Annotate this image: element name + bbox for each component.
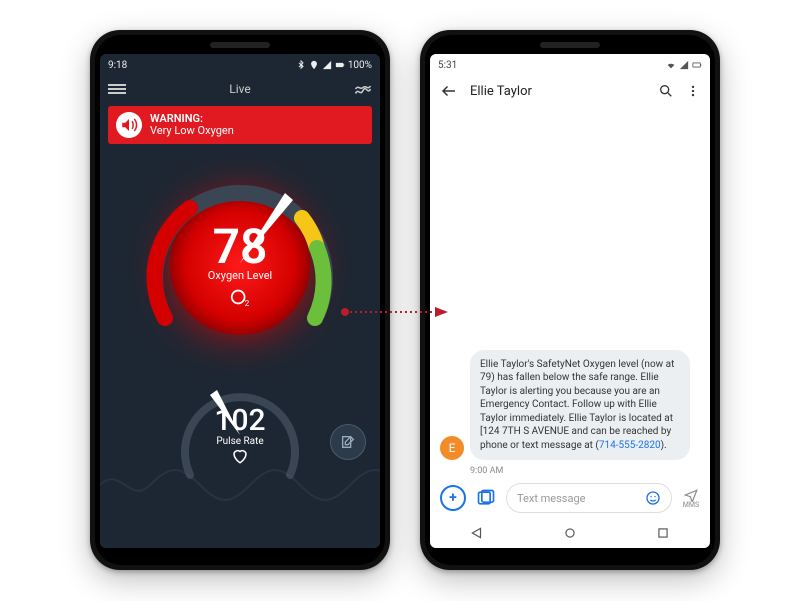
message-bubble[interactable]: Ellie Taylor's SafetyNet Oxygen level (n… — [470, 350, 690, 461]
input-placeholder: Text message — [517, 492, 637, 505]
oxygen-gauge: 78 Oxygen Level 2 — [100, 150, 380, 380]
emoji-icon[interactable] — [645, 490, 661, 506]
speaker-alert-icon — [116, 112, 142, 138]
phone-right: 5:31 Ellie Taylor E — [420, 30, 720, 570]
composer: + Text message MMS — [430, 478, 710, 518]
message-text-post: ). — [661, 440, 667, 451]
warning-text: WARNING: Very Low Oxygen — [150, 113, 234, 137]
message-row: E Ellie Taylor's SafetyNet Oxygen level … — [440, 350, 700, 461]
app-header: Live — [100, 76, 380, 102]
message-text-pre: Ellie Taylor's SafetyNet Oxygen level (n… — [480, 359, 674, 451]
status-icons — [666, 60, 702, 70]
screen-right: 5:31 Ellie Taylor E — [430, 54, 710, 548]
search-icon[interactable] — [658, 83, 674, 99]
contact-name[interactable]: Ellie Taylor — [470, 84, 646, 99]
chart-icon[interactable] — [354, 80, 372, 98]
send-icon — [682, 488, 700, 502]
nav-back-icon[interactable] — [470, 526, 484, 540]
status-icons: 100% — [296, 60, 372, 71]
waveform-icon — [100, 460, 380, 510]
wifi-icon — [666, 60, 676, 70]
gallery-icon[interactable] — [476, 488, 496, 508]
battery-icon — [335, 60, 345, 70]
signal-icon — [322, 60, 332, 70]
warning-message: Very Low Oxygen — [150, 125, 234, 137]
connector-arrow-icon — [340, 305, 450, 319]
stage: 9:18 100% Live — [0, 0, 800, 601]
battery-icon — [692, 60, 702, 70]
note-button[interactable] — [330, 424, 366, 460]
speaker-slot — [210, 42, 270, 48]
health-app: 9:18 100% Live — [100, 54, 380, 548]
avatar[interactable]: E — [440, 436, 464, 460]
menu-icon[interactable] — [108, 80, 126, 98]
android-navbar — [430, 518, 710, 548]
conversation-body: E Ellie Taylor's SafetyNet Oxygen level … — [430, 106, 710, 478]
phone-left: 9:18 100% Live — [90, 30, 390, 570]
location-icon — [309, 60, 319, 70]
message-timestamp: 9:00 AM — [470, 466, 700, 476]
back-arrow-icon[interactable] — [440, 82, 458, 100]
add-button[interactable]: + — [440, 485, 466, 511]
status-bar: 5:31 — [430, 54, 710, 76]
bluetooth-icon — [296, 60, 306, 70]
signal-icon — [679, 60, 689, 70]
page-title: Live — [126, 82, 354, 96]
more-icon[interactable] — [686, 83, 700, 99]
clock: 5:31 — [438, 60, 457, 71]
gauge-arc — [135, 158, 345, 368]
speaker-slot — [540, 42, 600, 48]
messages-app: 5:31 Ellie Taylor E — [430, 54, 710, 548]
phone-link[interactable]: 714-555-2820 — [599, 440, 661, 451]
screen-left: 9:18 100% Live — [100, 54, 380, 548]
pulse-section: 102 Pulse Rate — [100, 380, 380, 520]
send-button[interactable]: MMS — [682, 488, 700, 509]
nav-recent-icon[interactable] — [656, 526, 670, 540]
nav-home-icon[interactable] — [563, 526, 577, 540]
status-bar: 9:18 100% — [100, 54, 380, 76]
warning-banner[interactable]: WARNING: Very Low Oxygen — [108, 106, 372, 144]
message-input[interactable]: Text message — [506, 483, 672, 513]
conversation-header: Ellie Taylor — [430, 76, 710, 106]
battery-percent: 100% — [348, 60, 372, 71]
send-sublabel: MMS — [683, 502, 699, 509]
clock: 9:18 — [108, 60, 127, 71]
